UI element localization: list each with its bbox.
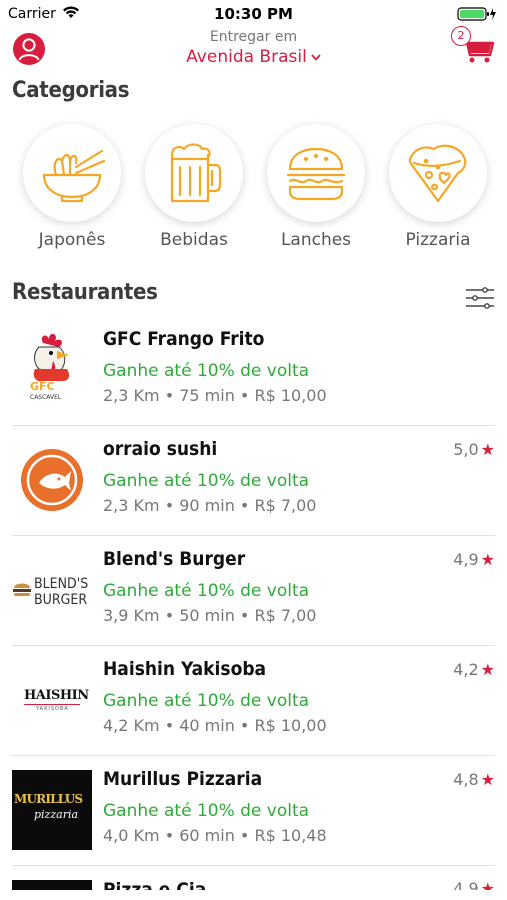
restaurant-name: orraio sushi <box>103 438 218 460</box>
restaurant-rating: 4,9 ★ <box>453 879 495 890</box>
restaurant-meta: 2,3 Km • 90 min • R$ 7,00 <box>103 496 317 515</box>
restaurant-name: Blend's Burger <box>103 548 246 570</box>
restaurant-row[interactable]: HAISHIN YAKISOBA Haishin Yakisoba Ganhe … <box>12 646 495 756</box>
restaurant-rating: 4,8 ★ <box>453 770 495 789</box>
restaurant-cashback: Ganhe até 10% de volta <box>103 691 310 711</box>
deliver-label: Entregar em <box>209 29 298 45</box>
star-icon: ★ <box>480 879 495 890</box>
delivery-address[interactable]: Avenida Brasil <box>186 47 307 67</box>
category-label: Pizzaria <box>405 230 471 250</box>
restaurant-name: Haishin Yakisoba <box>103 658 267 680</box>
category-circle[interactable] <box>145 124 243 222</box>
restaurant-logo-subtext: YAKISOBA <box>36 706 69 712</box>
restaurant-cashback: Ganhe até 10% de volta <box>103 801 310 821</box>
battery-icon <box>457 7 496 21</box>
restaurant-logo <box>12 440 92 520</box>
cart-count-badge: 2 <box>451 26 471 46</box>
restaurant-rating: 4,2 ★ <box>453 660 495 679</box>
restaurants-title: Restaurantes <box>12 280 158 305</box>
rating-value: 4,8 <box>453 770 479 789</box>
category-circle[interactable] <box>267 124 365 222</box>
restaurant-logo-subtext: BURGER <box>34 592 88 608</box>
burger-logo-icon <box>13 583 31 596</box>
restaurant-logo <box>12 880 92 890</box>
restaurant-logo-text: GFC <box>30 380 55 393</box>
restaurant-logo: HAISHIN YAKISOBA <box>12 660 92 740</box>
rating-value: 4,9 <box>453 879 479 890</box>
star-icon: ★ <box>480 770 495 789</box>
restaurant-meta: 4,2 Km • 40 min • R$ 10,00 <box>103 716 327 735</box>
restaurant-logo-text: BLEND'S <box>34 576 89 592</box>
restaurant-row[interactable]: BLEND'S BURGER Blend's Burger Ganhe até … <box>12 536 495 646</box>
chevron-down-icon[interactable] <box>311 54 321 61</box>
app-header: Entregar em Avenida Brasil 2 <box>0 26 507 72</box>
restaurant-logo-subtext: CASCAVEL <box>30 394 62 401</box>
category-bebidas[interactable]: Bebidas <box>144 124 244 250</box>
star-icon: ★ <box>480 660 495 679</box>
noodle-bowl-icon <box>42 149 106 203</box>
restaurant-meta: 4,0 Km • 60 min • R$ 10,48 <box>103 826 327 845</box>
restaurant-logo-subtext: pizzaria <box>34 808 79 821</box>
rating-value: 4,2 <box>453 660 479 679</box>
restaurant-logo: MURILLUS pizzaria <box>12 770 92 850</box>
restaurant-row[interactable]: GFC CASCAVEL GFC Frango Frito Ganhe até … <box>12 316 495 426</box>
restaurant-row[interactable]: orraio sushi Ganhe até 10% de volta 2,3 … <box>12 426 495 536</box>
category-lanches[interactable]: Lanches <box>266 124 366 250</box>
restaurant-row[interactable]: MURILLUS pizzaria Murillus Pizzaria Ganh… <box>12 756 495 866</box>
categories-title: Categorias <box>12 78 130 103</box>
filter-sliders-icon[interactable] <box>465 286 495 310</box>
restaurant-rating: 5,0 ★ <box>453 440 495 459</box>
restaurant-logo: GFC CASCAVEL <box>12 330 92 410</box>
pizza-slice-icon <box>408 144 467 203</box>
star-icon: ★ <box>480 550 495 569</box>
restaurant-cashback: Ganhe até 10% de volta <box>103 361 310 381</box>
restaurant-row[interactable]: Pizza e Cia 4,9 ★ <box>12 866 495 890</box>
restaurant-rating: 4,9 ★ <box>453 550 495 569</box>
rating-value: 5,0 <box>453 440 479 459</box>
fish-logo-icon <box>21 449 83 511</box>
beer-mug-icon <box>170 143 222 203</box>
restaurant-name: GFC Frango Frito <box>103 328 265 350</box>
restaurant-logo-text: MURILLUS <box>14 792 83 806</box>
clock: 10:30 PM <box>214 5 293 23</box>
restaurant-name: Pizza e Cia <box>103 879 207 890</box>
categories-carousel[interactable]: Japonês Bebidas Lanches Pizzaria <box>12 124 502 254</box>
restaurant-logo: BLEND'S BURGER <box>12 550 92 630</box>
category-circle[interactable] <box>23 124 121 222</box>
burger-icon <box>286 147 346 201</box>
category-japones[interactable]: Japonês <box>22 124 122 250</box>
delivery-address-selector[interactable]: Entregar em Avenida Brasil <box>0 28 507 67</box>
status-bar: Carrier 10:30 PM <box>0 0 507 28</box>
category-circle[interactable] <box>389 124 487 222</box>
restaurant-meta: 2,3 Km • 75 min • R$ 10,00 <box>103 386 327 405</box>
restaurant-cashback: Ganhe até 10% de volta <box>103 471 310 491</box>
logo-underline <box>24 704 80 705</box>
restaurant-logo-text: HAISHIN <box>24 688 89 703</box>
category-label: Bebidas <box>160 230 228 250</box>
star-icon: ★ <box>480 440 495 459</box>
restaurant-meta: 3,9 Km • 50 min • R$ 7,00 <box>103 606 317 625</box>
restaurant-cashback: Ganhe até 10% de volta <box>103 581 310 601</box>
cart-button[interactable]: 2 <box>451 26 497 66</box>
category-label: Lanches <box>280 230 352 250</box>
restaurant-name: Murillus Pizzaria <box>103 768 263 790</box>
category-label: Japonês <box>38 230 106 250</box>
rating-value: 4,9 <box>453 550 479 569</box>
category-pizzaria[interactable]: Pizzaria <box>388 124 488 250</box>
